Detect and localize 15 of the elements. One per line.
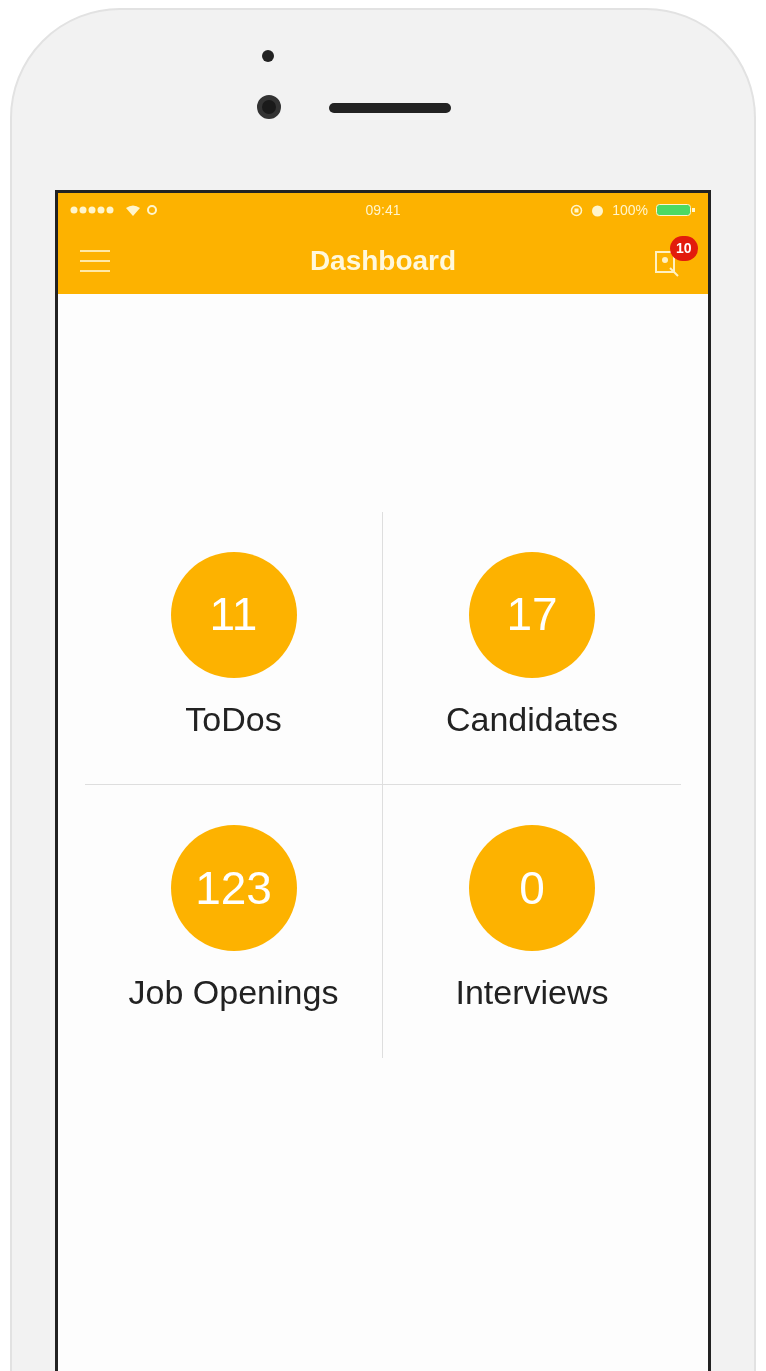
tile-label: Interviews <box>455 972 609 1013</box>
tile-label: ToDos <box>185 698 282 740</box>
battery-icon <box>656 204 696 216</box>
tile-label: Candidates <box>446 698 618 740</box>
dashboard-tile[interactable]: 11 ToDos <box>85 512 383 785</box>
wifi-icon <box>126 204 140 216</box>
dashboard-tile[interactable]: 123 Job Openings <box>85 785 383 1058</box>
dashboard-tile[interactable]: 17 Candidates <box>383 512 681 785</box>
front-camera <box>257 95 281 119</box>
battery-percentage: 100% <box>612 200 648 220</box>
header-title: Dashboard <box>309 243 457 278</box>
notification-badge: 10 <box>670 235 698 261</box>
status-time: 09:41 <box>365 200 401 220</box>
dashboard-tile[interactable]: 0 Interviews <box>383 785 681 1058</box>
tile-label: Job Openings <box>128 972 339 1013</box>
